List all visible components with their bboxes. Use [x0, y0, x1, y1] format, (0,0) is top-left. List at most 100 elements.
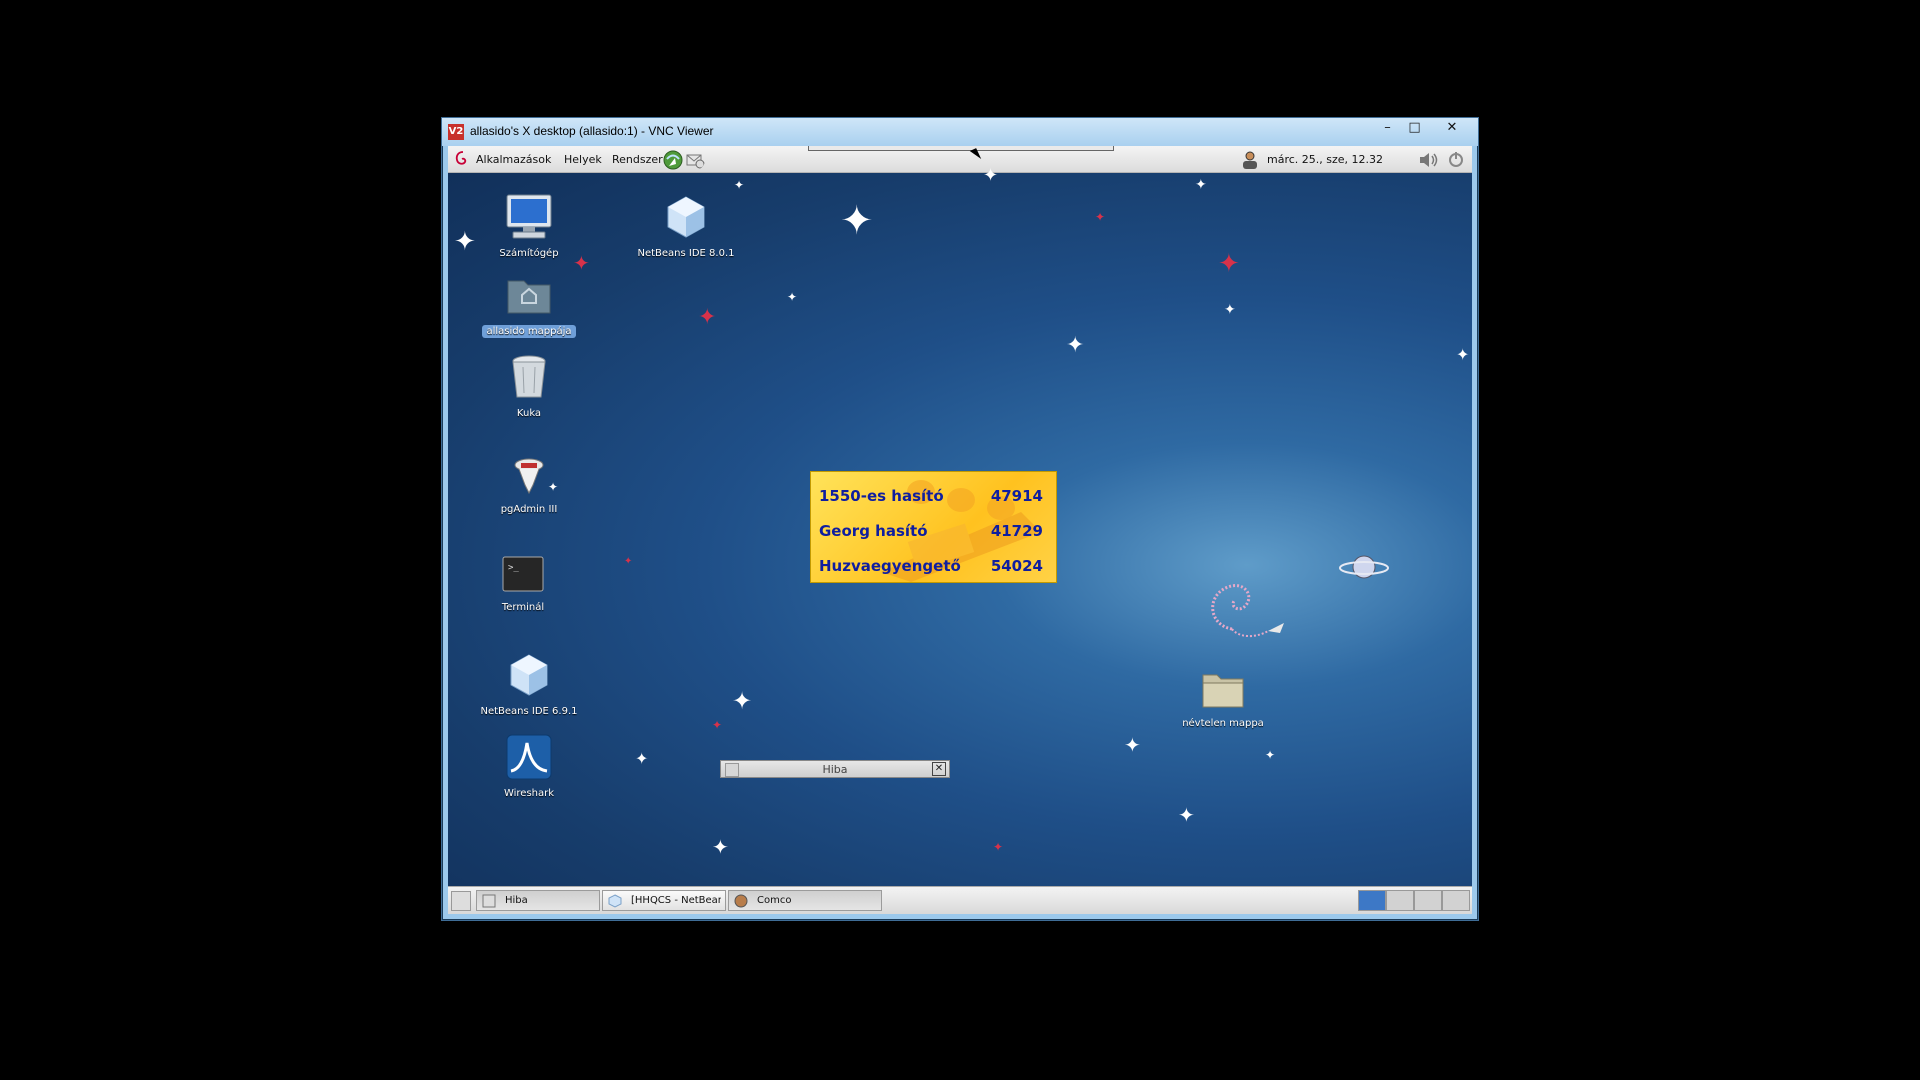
- desktop-icon-label: allasido mappája: [482, 325, 576, 338]
- vnc-titlebar[interactable]: V2 allasido's X desktop (allasido:1) - V…: [442, 118, 1478, 146]
- desktop-icon-wireshark[interactable]: Wireshark: [474, 733, 584, 800]
- desktop-icon-unnamed-folder[interactable]: névtelen mappa: [1168, 669, 1278, 730]
- taskbar-item-hiba[interactable]: Hiba: [476, 890, 600, 911]
- menu-places[interactable]: Helyek: [564, 153, 602, 166]
- remote-desktop[interactable]: Alkalmazások Helyek Rendszer márc. 25., …: [448, 146, 1472, 914]
- mail-icon[interactable]: [685, 150, 705, 170]
- planet-icon: [1339, 555, 1389, 579]
- desktop-icon-netbeans-691[interactable]: NetBeans IDE 6.9.1: [474, 651, 584, 718]
- desktop-icon-label: Terminál: [501, 602, 545, 613]
- star-decoration: ✦: [734, 178, 745, 192]
- comco-app-icon: [734, 894, 748, 908]
- star-decoration: ✦: [698, 305, 717, 330]
- star-decoration: ✦: [635, 749, 649, 768]
- desktop-icon-trash[interactable]: Kuka: [474, 353, 584, 420]
- dialog-close-button[interactable]: ✕: [932, 762, 946, 776]
- taskbar-item-comco[interactable]: Comco: [728, 890, 882, 911]
- user-switcher-icon[interactable]: [1240, 150, 1260, 170]
- java-icon: [482, 894, 496, 908]
- workspace-3[interactable]: [1414, 890, 1442, 911]
- star-decoration: ✦: [840, 198, 874, 244]
- star-decoration: ✦: [732, 687, 753, 715]
- debian-logo-icon[interactable]: [454, 150, 470, 168]
- desktop-icon-label: Számítógép: [499, 248, 559, 259]
- star-decoration: ✦: [1124, 733, 1141, 757]
- trash-icon: [512, 355, 546, 398]
- menu-applications[interactable]: Alkalmazások: [476, 153, 551, 166]
- task-label: Hiba: [505, 895, 528, 906]
- star-decoration: ✦: [787, 290, 798, 304]
- volume-icon[interactable]: [1418, 150, 1440, 170]
- menu-system[interactable]: Rendszer: [612, 153, 663, 166]
- panel-drop-area: [808, 146, 1114, 151]
- netbeans-icon: [608, 894, 622, 908]
- desktop-icon-netbeans-801[interactable]: NetBeans IDE 8.0.1: [631, 193, 741, 260]
- netbeans-icon: [510, 654, 548, 696]
- star-decoration: ✦: [1095, 210, 1106, 224]
- workspace-2[interactable]: [1386, 890, 1414, 911]
- desktop-icon-label: Wireshark: [503, 788, 555, 799]
- star-decoration: ✦: [624, 556, 633, 567]
- counter-value: 47914: [990, 487, 1043, 505]
- star-decoration: ✦: [1066, 333, 1085, 358]
- wireshark-icon: [506, 734, 552, 780]
- counter-value: 41729: [990, 522, 1043, 540]
- minimize-button[interactable]: –: [1374, 118, 1401, 138]
- web-browser-icon[interactable]: [663, 150, 683, 170]
- task-label: [HHQCS - NetBeans ...: [631, 895, 721, 906]
- star-decoration: ✦: [1178, 803, 1195, 827]
- star-decoration: ✦: [1456, 345, 1470, 364]
- star-decoration: ✦: [1195, 177, 1207, 193]
- taskbar-item-netbeans[interactable]: [HHQCS - NetBeans ...: [602, 890, 726, 911]
- home-folder-icon: [507, 280, 551, 314]
- bottom-panel: Hiba [HHQCS - NetBeans ... Comco: [448, 886, 1472, 914]
- star-decoration: ✦: [454, 227, 476, 257]
- star-decoration: ✦: [1218, 249, 1240, 279]
- vnc-viewer-window: V2 allasido's X desktop (allasido:1) - V…: [441, 117, 1479, 921]
- dialog-title: Hiba: [822, 763, 848, 776]
- window-title: allasido's X desktop (allasido:1) - VNC …: [470, 124, 714, 138]
- star-decoration: ✦: [712, 835, 729, 859]
- workspace-1[interactable]: [1358, 890, 1386, 911]
- counter-value: 54024: [990, 557, 1043, 575]
- vnc-app-icon: V2: [448, 124, 464, 140]
- folder-icon: [1202, 674, 1244, 708]
- clock[interactable]: márc. 25., sze, 12.32: [1267, 153, 1383, 166]
- task-label: Comco: [757, 895, 792, 906]
- star-decoration: ✦: [993, 840, 1004, 854]
- counter-name: Huzvaegyengető: [819, 557, 961, 575]
- desktop-icon-label: Kuka: [516, 408, 542, 419]
- desktop-icon-terminal[interactable]: >_ Terminál: [468, 555, 578, 614]
- show-desktop-button[interactable]: [451, 891, 471, 911]
- pgadmin-icon: [514, 458, 544, 495]
- star-decoration: ✦: [1265, 748, 1276, 762]
- desktop-icon-label: NetBeans IDE 8.0.1: [637, 248, 735, 259]
- svg-text:>_: >_: [508, 563, 519, 573]
- desktop-icon-pgadmin[interactable]: pgAdmin III: [474, 453, 584, 516]
- desktop-background[interactable]: ✦ ✦ ✦ ✦ ✦ ✦ ✦ ✦ ✦ ✦ ✦ ✦ ✦ ✦ ✦ ✦ ✦ ✦ ✦ ✦ …: [448, 167, 1472, 886]
- debian-swirl-decoration: [1211, 584, 1284, 637]
- counter-row: 1550-es hasító 47914: [819, 487, 1043, 505]
- desktop-icon-label: névtelen mappa: [1182, 718, 1264, 729]
- workspace-4[interactable]: [1442, 890, 1470, 911]
- maximize-button[interactable]: □: [1401, 118, 1428, 138]
- star-decoration: ✦: [712, 718, 723, 732]
- star-decoration: ✦: [1224, 302, 1236, 318]
- counter-name: Georg hasító: [819, 522, 928, 540]
- error-dialog-titlebar[interactable]: Hiba ✕: [720, 760, 950, 778]
- close-button[interactable]: ✕: [1430, 118, 1474, 138]
- desktop-icon-label: pgAdmin III: [500, 504, 558, 515]
- shutdown-icon[interactable]: [1448, 151, 1464, 168]
- counter-name: 1550-es hasító: [819, 487, 944, 505]
- counter-row: Georg hasító 41729: [819, 522, 1043, 540]
- star-decoration: ✦: [983, 165, 999, 186]
- counter-row: Huzvaegyengető 54024: [819, 557, 1043, 575]
- production-counter-widget[interactable]: 1550-es hasító 47914 Georg hasító 41729 …: [810, 471, 1057, 583]
- terminal-icon: >_: [502, 556, 544, 592]
- desktop-icon-label: NetBeans IDE 6.9.1: [480, 706, 578, 717]
- desktop-icon-home-folder[interactable]: allasido mappája: [474, 273, 584, 338]
- netbeans-icon: [667, 196, 705, 238]
- desktop-icon-computer[interactable]: Számítógép: [474, 193, 584, 260]
- top-panel: Alkalmazások Helyek Rendszer márc. 25., …: [448, 146, 1472, 173]
- computer-icon: [506, 194, 552, 239]
